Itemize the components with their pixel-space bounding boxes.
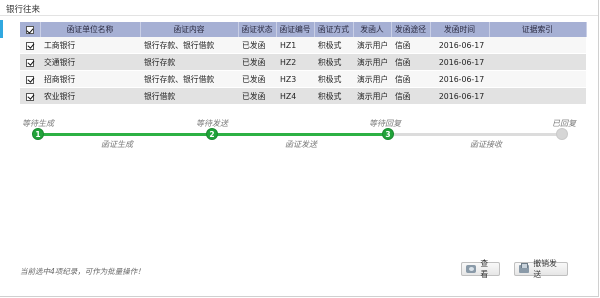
- cell-unit: 农业银行: [40, 87, 140, 105]
- panel-title: 银行往来: [6, 5, 41, 15]
- cell-unit: 交通银行: [40, 53, 140, 71]
- cell-channel: 信函: [391, 37, 430, 54]
- revoke-button-label: 撤销发送: [533, 259, 557, 279]
- col-unit[interactable]: 函证单位名称: [40, 22, 141, 37]
- col-index[interactable]: 证据索引: [489, 22, 587, 37]
- row-select-cell: [20, 87, 40, 105]
- revoke-send-button[interactable]: 撤销发送: [514, 259, 568, 279]
- cell-index[interactable]: [489, 87, 586, 105]
- cell-number: HZ4: [276, 87, 314, 105]
- cell-time: 2016-06-17: [430, 87, 489, 105]
- cell-sender: 演示用户: [353, 37, 391, 54]
- select-all-cell: [20, 22, 41, 37]
- bank-correspondence-panel: 银行往来 函证单位名称 函证内容 函证状态 函证编号 函证方式 发函人 发函途径…: [0, 0, 599, 297]
- cell-index[interactable]: [489, 53, 586, 71]
- row-checkbox[interactable]: [26, 58, 34, 67]
- selection-note: 当前选中4项纪录，可作为批量操作！: [20, 267, 145, 276]
- col-time[interactable]: 发函时间: [430, 22, 490, 37]
- table-row[interactable]: 工商银行 银行存款、银行借款 已发函 HZ1 积极式 演示用户 信函 2016-…: [20, 37, 586, 54]
- col-status[interactable]: 函证状态: [238, 22, 277, 37]
- edge-label-2: 函证发送: [285, 140, 317, 149]
- cell-status: 已发函: [238, 37, 276, 54]
- cell-time: 2016-06-17: [430, 53, 489, 71]
- step-dot-3: 3: [382, 128, 394, 140]
- cell-method: 积极式: [314, 70, 353, 88]
- table-row[interactable]: 农业银行 银行借款 已发函 HZ4 积极式 演示用户 信函 2016-06-17: [20, 87, 586, 105]
- row-select-cell: [20, 70, 40, 88]
- step-line-2: [212, 133, 388, 136]
- cell-channel: 信函: [391, 53, 430, 71]
- row-checkbox[interactable]: [26, 41, 34, 50]
- row-checkbox[interactable]: [26, 75, 34, 84]
- confirmation-table: 函证单位名称 函证内容 函证状态 函证编号 函证方式 发函人 发函途径 发函时间…: [20, 22, 587, 105]
- row-select-cell: [20, 37, 40, 54]
- cell-channel: 信函: [391, 70, 430, 88]
- cell-number: HZ1: [276, 37, 314, 54]
- view-button[interactable]: 查看: [461, 259, 500, 279]
- table-row[interactable]: 交通银行 银行存款 已发函 HZ2 积极式 演示用户 信函 2016-06-17: [20, 53, 586, 71]
- cell-sender: 演示用户: [353, 53, 391, 71]
- accent-bar: [0, 20, 3, 38]
- row-checkbox[interactable]: [26, 92, 34, 101]
- col-channel[interactable]: 发函途径: [391, 22, 431, 37]
- col-sender[interactable]: 发函人: [353, 22, 392, 37]
- view-button-label: 查看: [480, 259, 489, 279]
- table-row[interactable]: 招商银行 银行存款、银行借款 已发函 HZ3 积极式 演示用户 信函 2016-…: [20, 70, 586, 88]
- cell-content: 银行存款: [140, 53, 238, 71]
- view-icon: [466, 265, 477, 273]
- table-header-row: 函证单位名称 函证内容 函证状态 函证编号 函证方式 发函人 发函途径 发函时间…: [20, 22, 587, 37]
- cell-unit: 招商银行: [40, 70, 140, 88]
- cell-sender: 演示用户: [353, 70, 391, 88]
- select-all-checkbox[interactable]: [25, 26, 34, 34]
- cell-method: 积极式: [314, 87, 353, 105]
- step-dot-2: 2: [206, 128, 218, 140]
- cell-status: 已发函: [238, 87, 276, 105]
- cell-sender: 演示用户: [353, 87, 391, 105]
- cell-number: HZ2: [276, 53, 314, 71]
- cell-unit: 工商银行: [40, 37, 140, 54]
- step-dot-4: [556, 128, 568, 140]
- progress-steps: 等待生成 等待发送 等待回复 已回复 1 2 3 函证生成 函证发送 函证接收: [0, 112, 600, 152]
- col-number[interactable]: 函证编号: [276, 22, 315, 37]
- row-select-cell: [20, 53, 40, 71]
- step-line-1: [38, 133, 212, 136]
- cell-time: 2016-06-17: [430, 37, 489, 54]
- step-line-3: [388, 133, 562, 136]
- revoke-icon: [519, 263, 530, 273]
- col-content[interactable]: 函证内容: [140, 22, 239, 37]
- cell-time: 2016-06-17: [430, 70, 489, 88]
- cell-index[interactable]: [489, 70, 586, 88]
- cell-content: 银行存款、银行借款: [140, 37, 238, 54]
- cell-status: 已发函: [238, 53, 276, 71]
- cell-index[interactable]: [489, 37, 586, 54]
- cell-status: 已发函: [238, 70, 276, 88]
- cell-content: 银行借款: [140, 87, 238, 105]
- step-dot-1: 1: [32, 128, 44, 140]
- edge-label-1: 函证生成: [101, 140, 133, 149]
- cell-method: 积极式: [314, 37, 353, 54]
- divider: [0, 15, 598, 16]
- cell-channel: 信函: [391, 87, 430, 105]
- cell-number: HZ3: [276, 70, 314, 88]
- col-method[interactable]: 函证方式: [314, 22, 354, 37]
- cell-method: 积极式: [314, 53, 353, 71]
- cell-content: 银行存款、银行借款: [140, 70, 238, 88]
- edge-label-3: 函证接收: [470, 140, 502, 149]
